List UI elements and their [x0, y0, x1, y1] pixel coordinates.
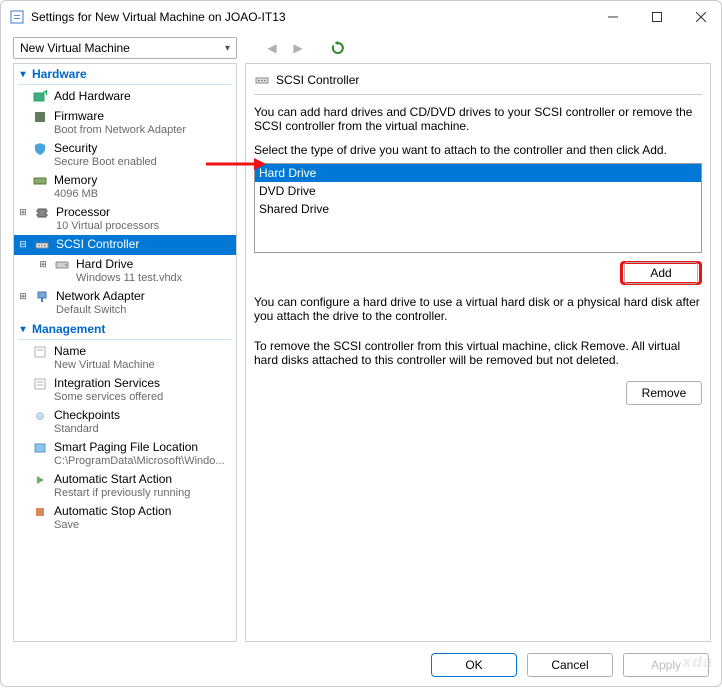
checkpoints-icon — [32, 408, 48, 424]
drive-type-list[interactable]: Hard Drive DVD Drive Shared Drive — [254, 163, 702, 253]
dialog-footer: OK Cancel Apply — [1, 642, 722, 688]
refresh-button[interactable] — [329, 39, 347, 57]
name-icon — [32, 344, 48, 360]
tree-security[interactable]: SecuritySecure Boot enabled — [14, 139, 236, 171]
maximize-button[interactable] — [635, 1, 679, 33]
watermark: xda — [682, 654, 713, 672]
close-button[interactable] — [679, 1, 722, 33]
tree-hard-drive[interactable]: ⊞ Hard DriveWindows 11 test.vhdx — [14, 255, 236, 287]
processor-icon — [34, 205, 50, 221]
info-text-2: Select the type of drive you want to att… — [254, 143, 702, 157]
drive-option-dvd[interactable]: DVD Drive — [255, 182, 701, 200]
tree-scsi-controller[interactable]: ⊟ SCSI Controller — [14, 235, 236, 255]
details-panel: SCSI Controller You can add hard drives … — [245, 63, 711, 642]
remove-button[interactable]: Remove — [626, 381, 702, 405]
tree-firmware[interactable]: FirmwareBoot from Network Adapter — [14, 107, 236, 139]
shield-icon — [32, 141, 48, 157]
vm-selector-label: New Virtual Machine — [20, 41, 130, 55]
expand-icon[interactable]: ⊞ — [38, 257, 48, 271]
scsi-icon — [34, 237, 50, 253]
expand-icon[interactable]: ⊞ — [18, 289, 28, 303]
tree-memory[interactable]: Memory4096 MB — [14, 171, 236, 203]
add-hardware-icon: + — [32, 89, 48, 105]
tree-checkpoints[interactable]: CheckpointsStandard — [14, 406, 236, 438]
window-title: Settings for New Virtual Machine on JOAO… — [31, 10, 591, 24]
section-hardware[interactable]: ▾ Hardware — [14, 64, 236, 84]
nav-forward-button[interactable]: ▶ — [289, 39, 307, 57]
vm-selector[interactable]: New Virtual Machine ▾ — [13, 37, 237, 59]
drive-option-shared[interactable]: Shared Drive — [255, 200, 701, 218]
auto-stop-icon — [32, 504, 48, 520]
svg-text:+: + — [43, 90, 47, 99]
integration-icon — [32, 376, 48, 392]
settings-icon — [9, 9, 25, 25]
tree-name[interactable]: NameNew Virtual Machine — [14, 342, 236, 374]
memory-icon — [32, 173, 48, 189]
titlebar: Settings for New Virtual Machine on JOAO… — [1, 1, 722, 33]
info-text-1: You can add hard drives and CD/DVD drive… — [254, 105, 702, 133]
firmware-icon — [32, 109, 48, 125]
tree-auto-stop[interactable]: Automatic Stop ActionSave — [14, 502, 236, 534]
minimize-button[interactable] — [591, 1, 635, 33]
tree-smart-paging[interactable]: Smart Paging File LocationC:\ProgramData… — [14, 438, 236, 470]
cancel-button[interactable]: Cancel — [527, 653, 613, 677]
section-label: Hardware — [32, 67, 87, 81]
network-icon — [34, 289, 50, 305]
collapse-icon: ▾ — [18, 324, 28, 335]
paging-icon — [32, 440, 48, 456]
collapse-icon[interactable]: ⊟ — [18, 237, 28, 251]
auto-start-icon — [32, 472, 48, 488]
toolbar: New Virtual Machine ▾ ◀ ▶ — [1, 33, 722, 63]
panel-title: SCSI Controller — [276, 73, 359, 87]
tree-processor[interactable]: ⊞ Processor10 Virtual processors — [14, 203, 236, 235]
drive-option-hard-drive[interactable]: Hard Drive — [255, 164, 701, 182]
collapse-icon: ▾ — [18, 69, 28, 80]
tree-integration[interactable]: Integration ServicesSome services offere… — [14, 374, 236, 406]
hard-drive-icon — [54, 257, 70, 273]
expand-icon[interactable]: ⊞ — [18, 205, 28, 219]
ok-button[interactable]: OK — [431, 653, 517, 677]
info-text-4: To remove the SCSI controller from this … — [254, 339, 702, 367]
info-text-3: You can configure a hard drive to use a … — [254, 295, 702, 323]
section-label: Management — [32, 322, 105, 336]
scsi-icon — [254, 72, 270, 88]
section-management[interactable]: ▾ Management — [14, 319, 236, 339]
chevron-down-icon: ▾ — [225, 43, 230, 54]
nav-back-button[interactable]: ◀ — [263, 39, 281, 57]
tree-network-adapter[interactable]: ⊞ Network AdapterDefault Switch — [14, 287, 236, 319]
settings-tree: ▾ Hardware + Add Hardware FirmwareBoot f… — [13, 63, 237, 642]
tree-auto-start[interactable]: Automatic Start ActionRestart if previou… — [14, 470, 236, 502]
tree-add-hardware[interactable]: + Add Hardware — [14, 87, 236, 107]
add-button[interactable]: Add — [620, 261, 702, 285]
